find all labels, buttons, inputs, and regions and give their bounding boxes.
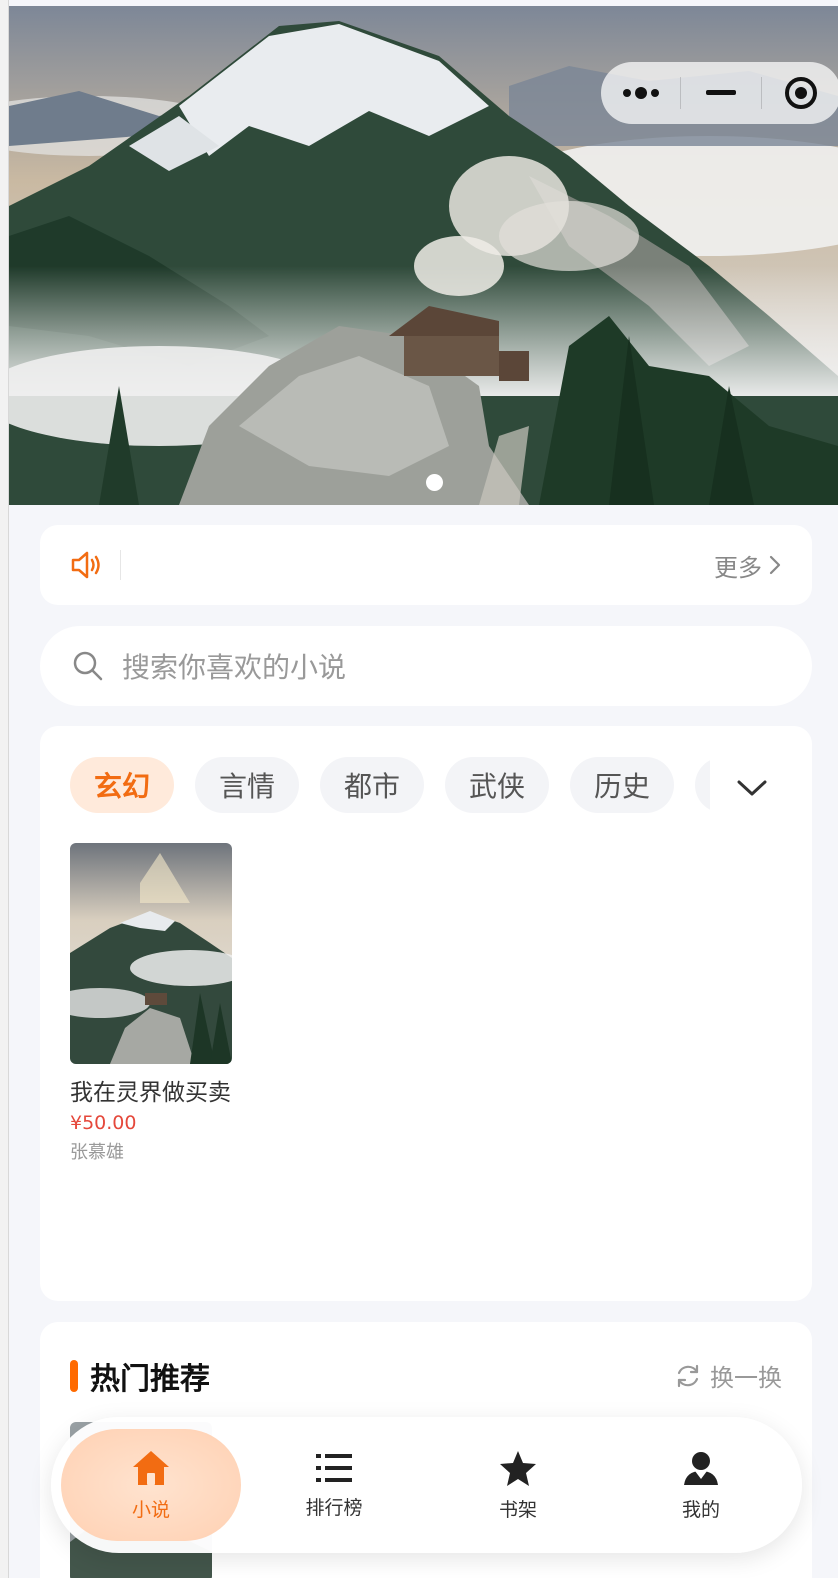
tab-bookshelf[interactable]: 书架 bbox=[428, 1429, 608, 1541]
tab-yanqing[interactable]: 言情 bbox=[195, 757, 299, 813]
more-dots-icon bbox=[622, 87, 659, 99]
tab-wuxia[interactable]: 武侠 bbox=[445, 757, 549, 813]
expand-categories-button[interactable] bbox=[730, 770, 774, 806]
window-edge bbox=[0, 0, 9, 1578]
search-placeholder: 搜索你喜欢的小说 bbox=[122, 651, 347, 684]
user-icon bbox=[684, 1451, 718, 1485]
book-author: 张慕雄 bbox=[70, 1142, 124, 1163]
bottom-tab-bar: 小说 排行榜 书架 我的 bbox=[51, 1417, 802, 1553]
search-icon bbox=[73, 651, 103, 681]
close-mini-program-button[interactable] bbox=[762, 62, 838, 124]
home-icon bbox=[133, 1450, 169, 1485]
hero-banner[interactable] bbox=[9, 6, 838, 505]
notice-more-label: 更多 bbox=[714, 553, 762, 582]
tab-mine-label: 我的 bbox=[681, 1498, 720, 1521]
minimize-button[interactable] bbox=[681, 62, 760, 124]
target-circle-icon bbox=[785, 77, 818, 109]
tab-lishi[interactable]: 历史 bbox=[570, 757, 674, 813]
section-accent-bar bbox=[70, 1360, 78, 1392]
notice-bar: 更多 bbox=[40, 525, 812, 605]
search-bar[interactable]: 搜索你喜欢的小说 bbox=[40, 626, 812, 706]
tab-ranking-label: 排行榜 bbox=[305, 1496, 363, 1519]
tab-bookshelf-label: 书架 bbox=[498, 1498, 537, 1521]
hot-title: 热门推荐 bbox=[90, 1362, 210, 1397]
book-card[interactable]: 我在灵界做买卖 ¥50.00 张慕雄 bbox=[70, 843, 232, 1164]
tab-novel-label: 小说 bbox=[131, 1498, 170, 1521]
refresh-icon bbox=[677, 1364, 699, 1387]
tab-mine[interactable]: 我的 bbox=[611, 1429, 791, 1541]
category-tabs: 玄幻 言情 都市 武侠 历史 bbox=[70, 757, 710, 813]
refresh-label: 换一换 bbox=[710, 1364, 782, 1392]
tab-ranking[interactable]: 排行榜 bbox=[244, 1429, 424, 1541]
list-icon bbox=[316, 1453, 352, 1482]
chevron-right-icon bbox=[769, 555, 781, 575]
chevron-down-icon bbox=[737, 780, 767, 796]
minimize-icon bbox=[705, 90, 736, 95]
book-cover bbox=[70, 843, 232, 1064]
notice-divider bbox=[120, 550, 121, 580]
tab-dushi[interactable]: 都市 bbox=[320, 757, 424, 813]
book-title: 我在灵界做买卖 bbox=[70, 1080, 231, 1106]
tab-xuanhuan[interactable]: 玄幻 bbox=[70, 757, 174, 813]
category-section: 玄幻 言情 都市 武侠 历史 我在灵界做买卖 ¥50.00 张慕雄 bbox=[40, 726, 812, 1301]
banner-dot-indicator[interactable] bbox=[426, 474, 443, 491]
refresh-button[interactable]: 换一换 bbox=[674, 1358, 782, 1393]
star-icon bbox=[500, 1450, 536, 1486]
tab-novel[interactable]: 小说 bbox=[61, 1429, 241, 1541]
hot-header: 热门推荐 bbox=[70, 1354, 210, 1398]
notice-more-link[interactable]: 更多 bbox=[714, 548, 782, 583]
more-options-button[interactable] bbox=[601, 62, 680, 124]
speaker-icon bbox=[71, 551, 100, 579]
book-price: ¥50.00 bbox=[70, 1112, 137, 1134]
tab-more-partial[interactable] bbox=[695, 757, 710, 813]
mini-program-capsule bbox=[601, 62, 838, 124]
